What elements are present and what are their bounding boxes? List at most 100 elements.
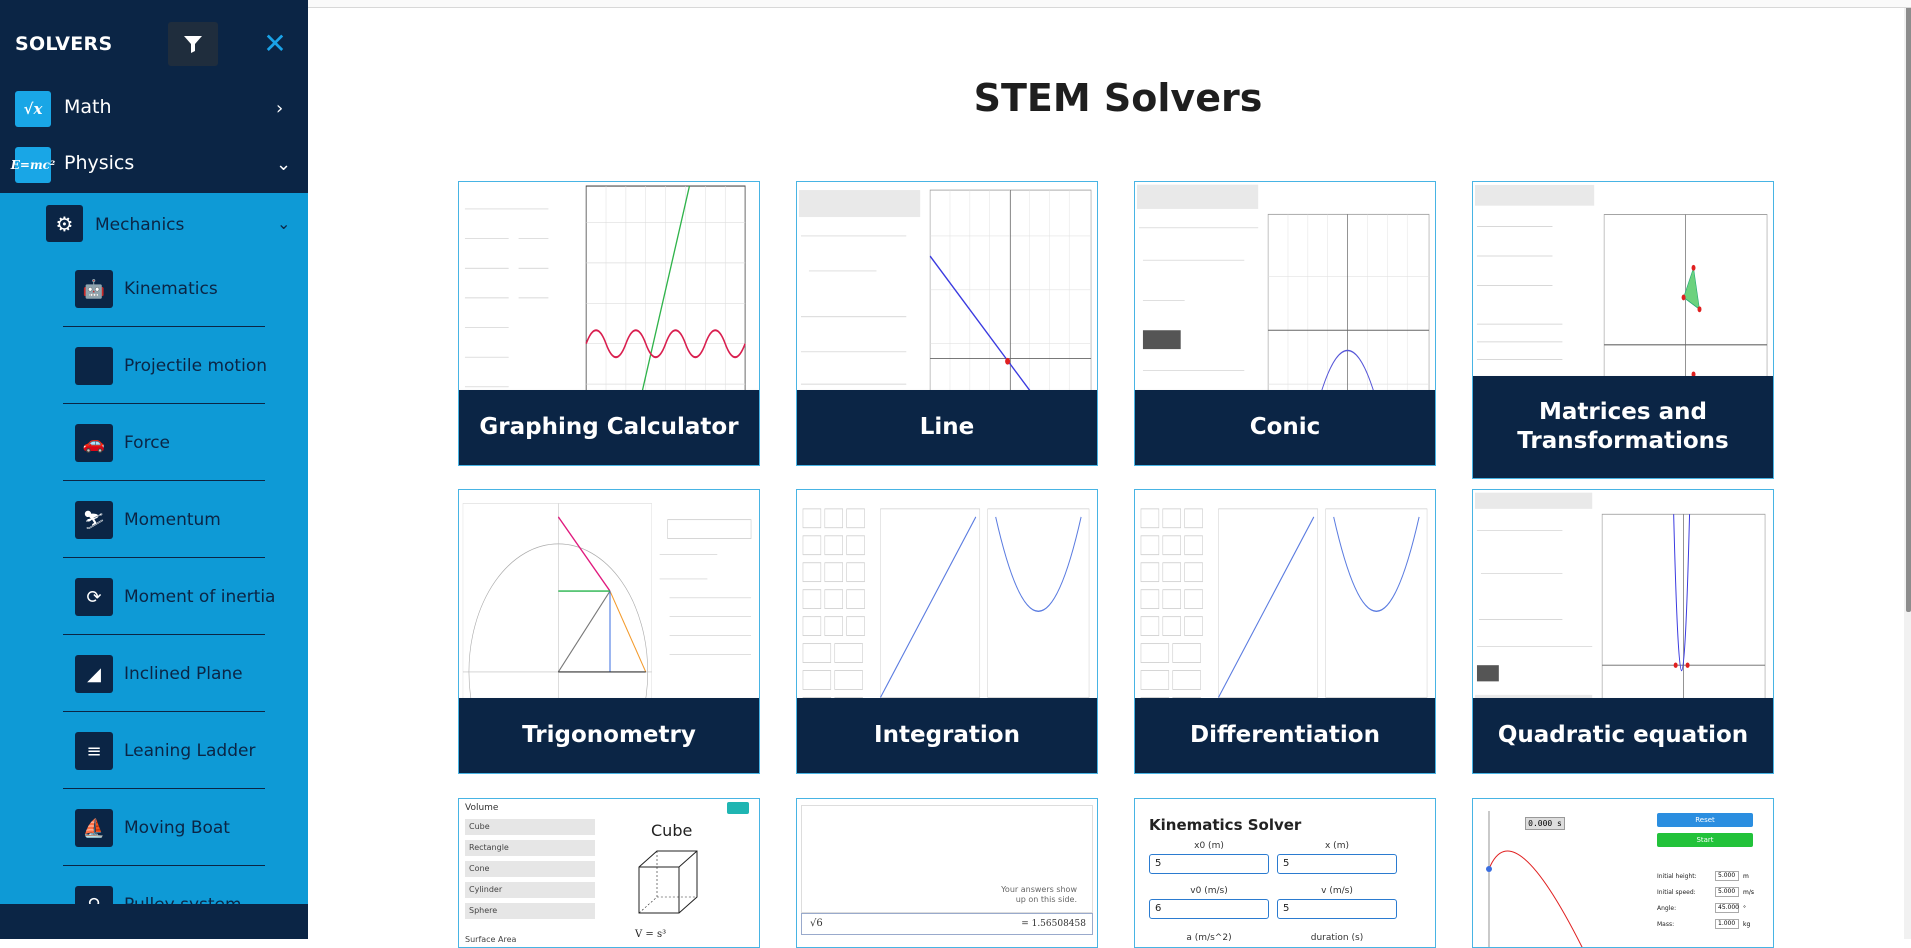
car-crash-icon: 🚗 [75, 424, 113, 462]
start-button[interactable]: Start [1657, 833, 1753, 847]
sidebar-item-kinematics[interactable]: 🤖 Kinematics [63, 250, 265, 327]
volume-shape-option[interactable]: Cylinder [465, 882, 595, 898]
kinematics-solver-heading: Kinematics Solver [1149, 816, 1302, 834]
field-label: x0 (m) [1194, 841, 1224, 851]
gears-icon: ⚙ [46, 205, 83, 242]
card-differentiation[interactable]: Differentiation [1134, 489, 1436, 774]
x-input[interactable]: 5 [1277, 854, 1397, 874]
sidebar-category-label: Physics [64, 152, 135, 174]
robot-icon: 🤖 [75, 270, 113, 308]
volume-shape-option[interactable]: Cone [465, 861, 595, 877]
sidebar-item-label: Inclined Plane [124, 664, 243, 684]
sidebar-item-leaning-ladder[interactable]: ≡ Leaning Ladder [63, 712, 265, 789]
boat-icon: ⛵ [75, 809, 113, 847]
angle-input[interactable]: 45.000 [1715, 903, 1739, 913]
sidebar-item-label: Kinematics [124, 279, 218, 299]
volume-shape-option[interactable]: Cube [465, 819, 595, 835]
v-input[interactable]: 5 [1277, 899, 1397, 919]
surface-area-label: Surface Area [465, 935, 517, 944]
incline-icon: ◢ [75, 655, 113, 693]
card-quadratic-equation[interactable]: Quadratic equation [1472, 489, 1774, 774]
sidebar-category-math[interactable]: √x Math › [0, 80, 308, 136]
card-label: Conic [1135, 390, 1435, 465]
volume-shape-option[interactable]: Sphere [465, 903, 595, 919]
sidebar-item-projectile-motion[interactable]: Projectile motion [63, 327, 267, 404]
chevron-down-icon: ⌄ [277, 214, 291, 233]
card-trigonometry[interactable]: Trigonometry [458, 489, 760, 774]
volume-heading: Volume [465, 803, 499, 813]
card-graphing-calculator[interactable]: Graphing Calculator [458, 181, 760, 466]
field-label: duration (s) [1310, 933, 1364, 943]
skier-icon: ⛷ [75, 501, 113, 539]
sidebar-item-label: Moment of inertia [124, 587, 276, 607]
initial-speed-input[interactable]: 5.000 [1715, 887, 1739, 897]
card-label: Quadratic equation [1473, 698, 1773, 773]
v0-input[interactable]: 6 [1149, 899, 1269, 919]
card-kinematics-solver[interactable]: Kinematics Solver x0 (m) x (m) 5 5 v0 (m… [1134, 798, 1436, 948]
card-label: Differentiation [1135, 698, 1435, 773]
card-matrices-transformations[interactable]: Matrices and Transformations [1472, 181, 1774, 479]
close-sidebar-button[interactable]: ✕ [262, 28, 288, 60]
card-label: Graphing Calculator [459, 390, 759, 465]
cube-drawing [638, 850, 698, 914]
card-projectile-simulator[interactable]: 0.000 s Reset Start Initial height: 5.00… [1472, 798, 1774, 948]
rotation-icon: ⟳ [75, 578, 113, 616]
calculator-input[interactable]: √6 = 1.56508458 [801, 913, 1093, 935]
calculator-hint: Your answers show up on this side. [1001, 885, 1077, 904]
card-label: Matrices and Transformations [1473, 376, 1773, 478]
sidebar-category-physics[interactable]: E=mc² Physics ⌄ [0, 136, 308, 193]
chevron-down-icon: ⌄ [276, 154, 292, 175]
sidebar-subcategory-mechanics[interactable]: ⚙ Mechanics ⌄ [0, 195, 308, 255]
sidebar-footer [0, 904, 308, 939]
field-label: a (m/s^2) [1186, 933, 1232, 943]
volume-shape-title: Cube [651, 821, 693, 840]
param-unit: kg [1743, 921, 1751, 928]
volume-formula: V = s³ [635, 929, 667, 940]
sidebar-header: SOLVERS ✕ [0, 0, 308, 88]
field-label: v (m/s) [1321, 886, 1353, 896]
calculator-result: = 1.56508458 [1021, 919, 1086, 929]
sidebar-item-force[interactable]: 🚗 Force [63, 404, 265, 481]
card-label: Trigonometry [459, 698, 759, 773]
sidebar: SOLVERS ✕ √x Math › E=mc² Physics ⌄ ⚙ Me… [0, 0, 308, 939]
card-line[interactable]: Line [796, 181, 1098, 466]
param-label: Angle: [1657, 905, 1677, 912]
close-icon: ✕ [263, 27, 287, 60]
card-conic[interactable]: Conic [1134, 181, 1436, 466]
sidebar-item-inclined-plane[interactable]: ◢ Inclined Plane [63, 635, 265, 712]
param-unit: m [1743, 873, 1749, 880]
sidebar-item-label: Projectile motion [124, 356, 267, 376]
mass-input[interactable]: 1.000 [1715, 919, 1739, 929]
x0-input[interactable]: 5 [1149, 854, 1269, 874]
filter-button[interactable] [168, 22, 218, 66]
projectile-icon [75, 347, 113, 385]
param-label: Initial speed: [1657, 889, 1696, 896]
card-integration[interactable]: Integration [796, 489, 1098, 774]
param-unit: m/s [1743, 889, 1754, 896]
param-label: Initial height: [1657, 873, 1697, 880]
initial-height-input[interactable]: 5.000 [1715, 871, 1739, 881]
sidebar-item-label: Moving Boat [124, 818, 230, 838]
top-edge [308, 0, 1911, 8]
help-badge[interactable] [727, 802, 749, 814]
timer-display: 0.000 s [1525, 817, 1565, 830]
sqrt-x-icon: √x [15, 91, 51, 127]
sidebar-item-label: Momentum [124, 510, 221, 530]
sidebar-item-label: Force [124, 433, 170, 453]
card-calculator[interactable]: Your answers show up on this side. √6 = … [796, 798, 1098, 948]
filter-icon [184, 36, 202, 53]
volume-shape-option[interactable]: Rectangle [465, 840, 595, 856]
sidebar-item-moving-boat[interactable]: ⛵ Moving Boat [63, 789, 265, 866]
page-title: STEM Solvers [973, 76, 1263, 120]
chevron-right-icon: › [276, 98, 284, 119]
sidebar-item-momentum[interactable]: ⛷ Momentum [63, 481, 265, 558]
ladder-icon: ≡ [75, 732, 113, 770]
field-label: x (m) [1325, 841, 1349, 851]
card-label: Integration [797, 698, 1097, 773]
sidebar-item-moment-of-inertia[interactable]: ⟳ Moment of inertia [63, 558, 275, 635]
reset-button[interactable]: Reset [1657, 813, 1753, 827]
sidebar-subcategory-label: Mechanics [95, 215, 185, 235]
sidebar-item-label: Leaning Ladder [124, 741, 256, 761]
emc2-icon: E=mc² [11, 147, 55, 183]
card-volume[interactable]: Volume Cube Rectangle Cone Cylinder Sphe… [458, 798, 760, 948]
